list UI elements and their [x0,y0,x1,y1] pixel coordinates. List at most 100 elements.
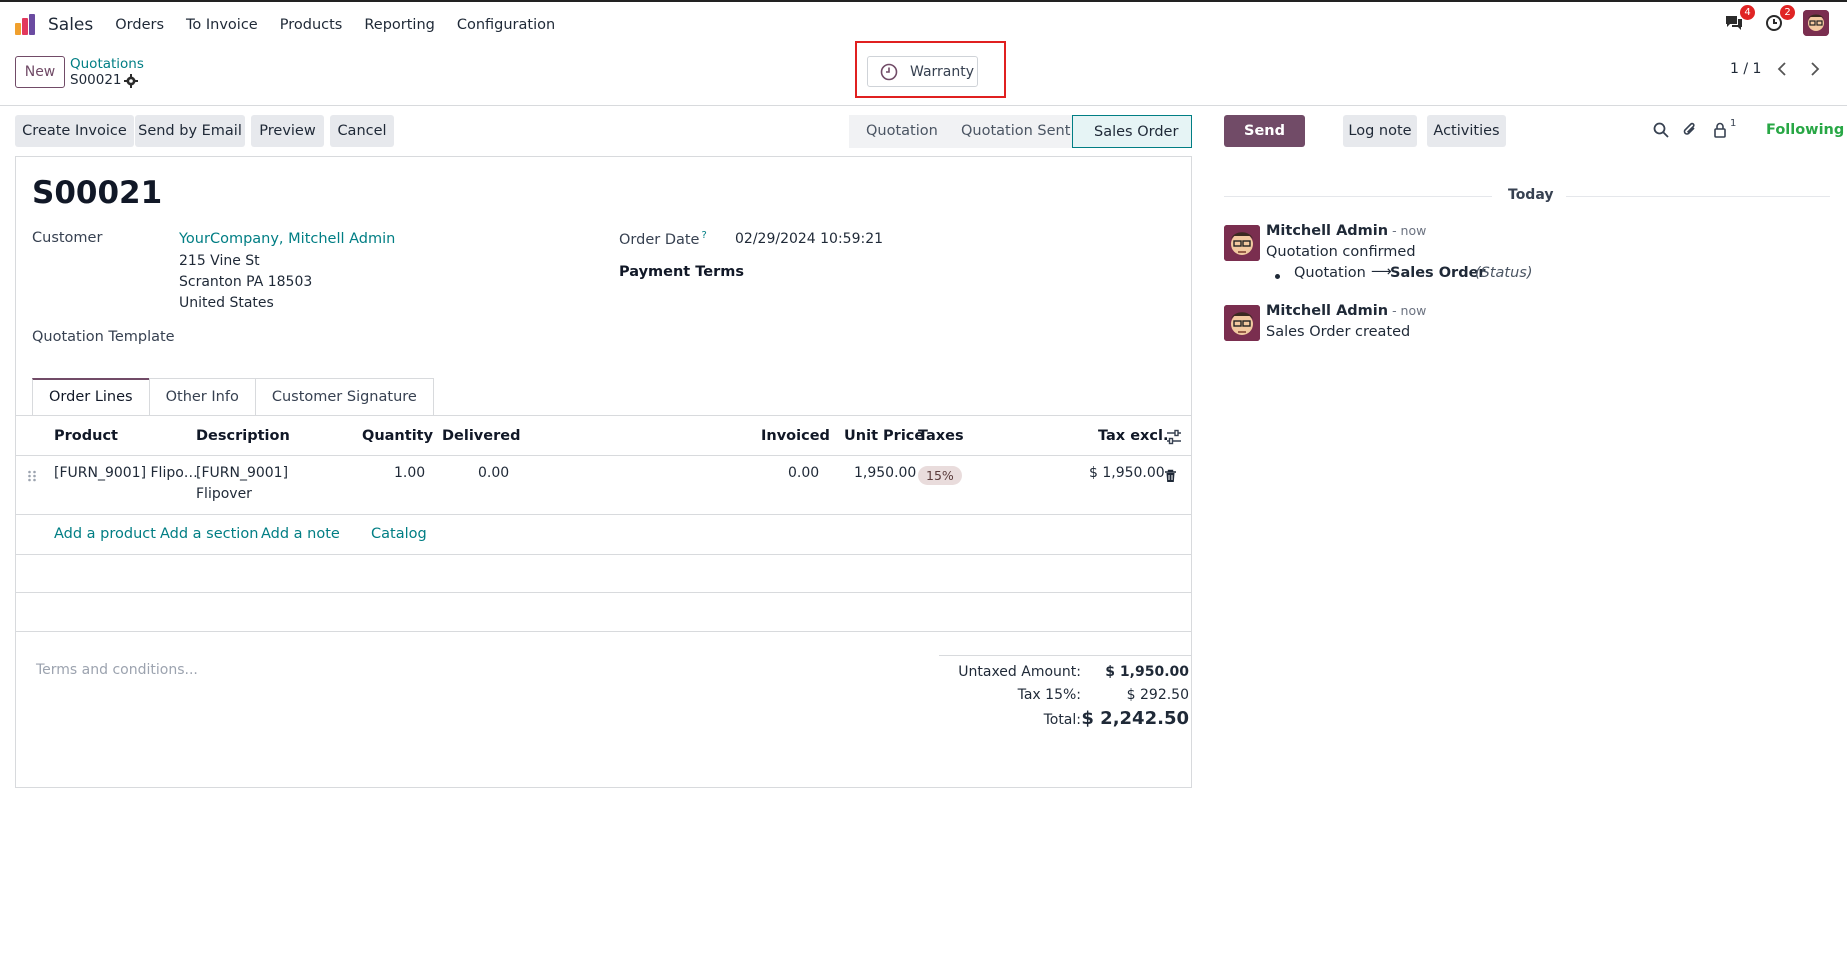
total-value: $ 2,242.50 [1081,708,1189,729]
menu-orders[interactable]: Orders [115,17,164,33]
chat-icon[interactable]: 4 [1723,5,1755,34]
date-line-right [1566,196,1830,197]
quotation-template-label: Quotation Template [32,329,175,345]
address-line-1: 215 Vine St [179,253,260,269]
row-invoiced: 0.00 [788,465,820,481]
chevron-right-icon[interactable] [1803,58,1827,80]
col-delivered[interactable]: Delivered [442,428,520,444]
form-sheet: S00021 Customer YourCompany, Mitchell Ad… [15,156,1192,788]
payment-terms-label: Payment Terms [619,264,744,280]
address-line-2: Scranton PA 18503 [179,274,313,290]
row-description-line-2[interactable]: Flipover [196,486,252,502]
tab-order-lines[interactable]: Order Lines [32,378,150,415]
send-by-email-button[interactable]: Send by Email [135,115,245,147]
notebook-tabs: Order Lines Other Info Customer Signatur… [32,378,434,415]
send-message-button[interactable]: Send message [1224,115,1305,171]
col-unit-price[interactable]: Unit Price [844,428,924,444]
row-product[interactable]: [FURN_9001] Flipo… [54,465,198,481]
message-body: Sales Order created [1266,324,1411,340]
following-button[interactable]: Following [1766,122,1844,138]
col-taxes[interactable]: Taxes [918,428,964,444]
row-subtotal: $ 1,950.00 [1089,465,1165,481]
tracking-field: (Status) [1475,265,1533,281]
tracking-bullet [1275,274,1280,279]
row-tax-tag[interactable]: 15% [918,466,962,485]
menu-configuration[interactable]: Configuration [457,17,555,33]
app-logo-icon[interactable] [14,13,38,37]
new-button[interactable]: New [15,56,65,88]
order-date-value[interactable]: 02/29/2024 10:59:21 [735,231,883,247]
col-quantity[interactable]: Quantity [362,428,433,444]
followers-count[interactable]: 1 [1730,118,1736,129]
user-avatar[interactable] [1803,10,1829,36]
date-line-left [1224,196,1492,197]
menu-reporting[interactable]: Reporting [364,17,435,33]
status-sales-order[interactable]: Sales Order [1072,115,1192,148]
breadcrumb-parent[interactable]: Quotations [70,56,144,72]
col-product[interactable]: Product [54,428,118,444]
table-bottom-divider [16,631,1191,632]
clock-icon [880,63,898,80]
tracking-arrow-icon: ⟶ [1371,264,1392,280]
tab-divider [16,415,1191,416]
cancel-button[interactable]: Cancel [330,115,394,147]
trash-icon[interactable] [1164,469,1177,483]
menu-products[interactable]: Products [280,17,343,33]
customer-label: Customer [32,230,103,246]
row-unit-price[interactable]: 1,950.00 [854,465,916,481]
menu-to-invoice[interactable]: To Invoice [186,17,258,33]
date-separator: Today [1508,187,1554,203]
search-icon[interactable] [1652,121,1670,139]
order-name: S00021 [32,175,163,211]
row-quantity[interactable]: 1.00 [394,465,425,481]
tax-label: Tax 15%: [1017,687,1081,703]
customer-link[interactable]: YourCompany, Mitchell Admin [179,231,395,247]
empty-row-divider [16,592,1191,593]
paperclip-icon[interactable] [1681,121,1699,139]
create-invoice-button[interactable]: Create Invoice [15,115,134,147]
log-note-button[interactable]: Log note [1343,115,1417,147]
message-avatar[interactable] [1224,305,1260,341]
add-row-divider [16,554,1191,555]
clock-icon[interactable]: 2 [1763,5,1795,34]
order-date-label: Order Date? [619,230,707,248]
status-quotation-sent[interactable]: Quotation Sent [944,115,1072,148]
add-note-link[interactable]: Add a note [261,526,340,542]
col-tax-excl[interactable]: Tax excl. [1098,428,1168,444]
row-description-line-1[interactable]: [FURN_9001] [196,465,288,481]
untaxed-value: $ 1,950.00 [1105,664,1189,680]
gear-icon[interactable] [124,74,138,88]
preview-button[interactable]: Preview [251,115,324,147]
row-delivered[interactable]: 0.00 [478,465,509,481]
tracking-old-value: Quotation [1294,265,1366,281]
message-avatar[interactable] [1224,225,1260,261]
col-invoiced[interactable]: Invoiced [761,428,830,444]
drag-handle-icon[interactable] [27,470,37,482]
activities-badge: 2 [1780,5,1795,20]
tab-other-info[interactable]: Other Info [148,378,256,415]
breadcrumb-current: S00021 [70,72,122,88]
activities-button[interactable]: Activities [1427,115,1506,147]
col-description[interactable]: Description [196,428,290,444]
column-settings-icon[interactable] [1166,429,1182,445]
app-title[interactable]: Sales [48,15,93,35]
message-time: - now [1392,223,1427,238]
tracking-new-value: Sales Order [1390,265,1486,281]
add-product-link[interactable]: Add a product [54,526,156,542]
terms-input[interactable]: Terms and conditions... [36,662,198,678]
lock-icon[interactable] [1711,121,1729,139]
message-author[interactable]: Mitchell Admin - now [1266,303,1426,319]
warranty-label: Warranty [910,63,975,80]
status-quotation[interactable]: Quotation [849,115,944,148]
systray: 4 2 [1723,5,1829,36]
pager-value[interactable]: 1 / 1 [1730,61,1761,77]
tab-customer-signature[interactable]: Customer Signature [254,378,434,415]
tax-value: $ 292.50 [1126,687,1189,703]
chevron-left-icon[interactable] [1770,58,1794,80]
warranty-smart-button[interactable]: Warranty [867,56,978,87]
message-author[interactable]: Mitchell Admin - now [1266,223,1426,239]
message-body: Quotation confirmed [1266,244,1416,260]
catalog-link[interactable]: Catalog [371,526,427,542]
add-section-link[interactable]: Add a section [160,526,258,542]
help-icon[interactable]: ? [701,230,706,241]
